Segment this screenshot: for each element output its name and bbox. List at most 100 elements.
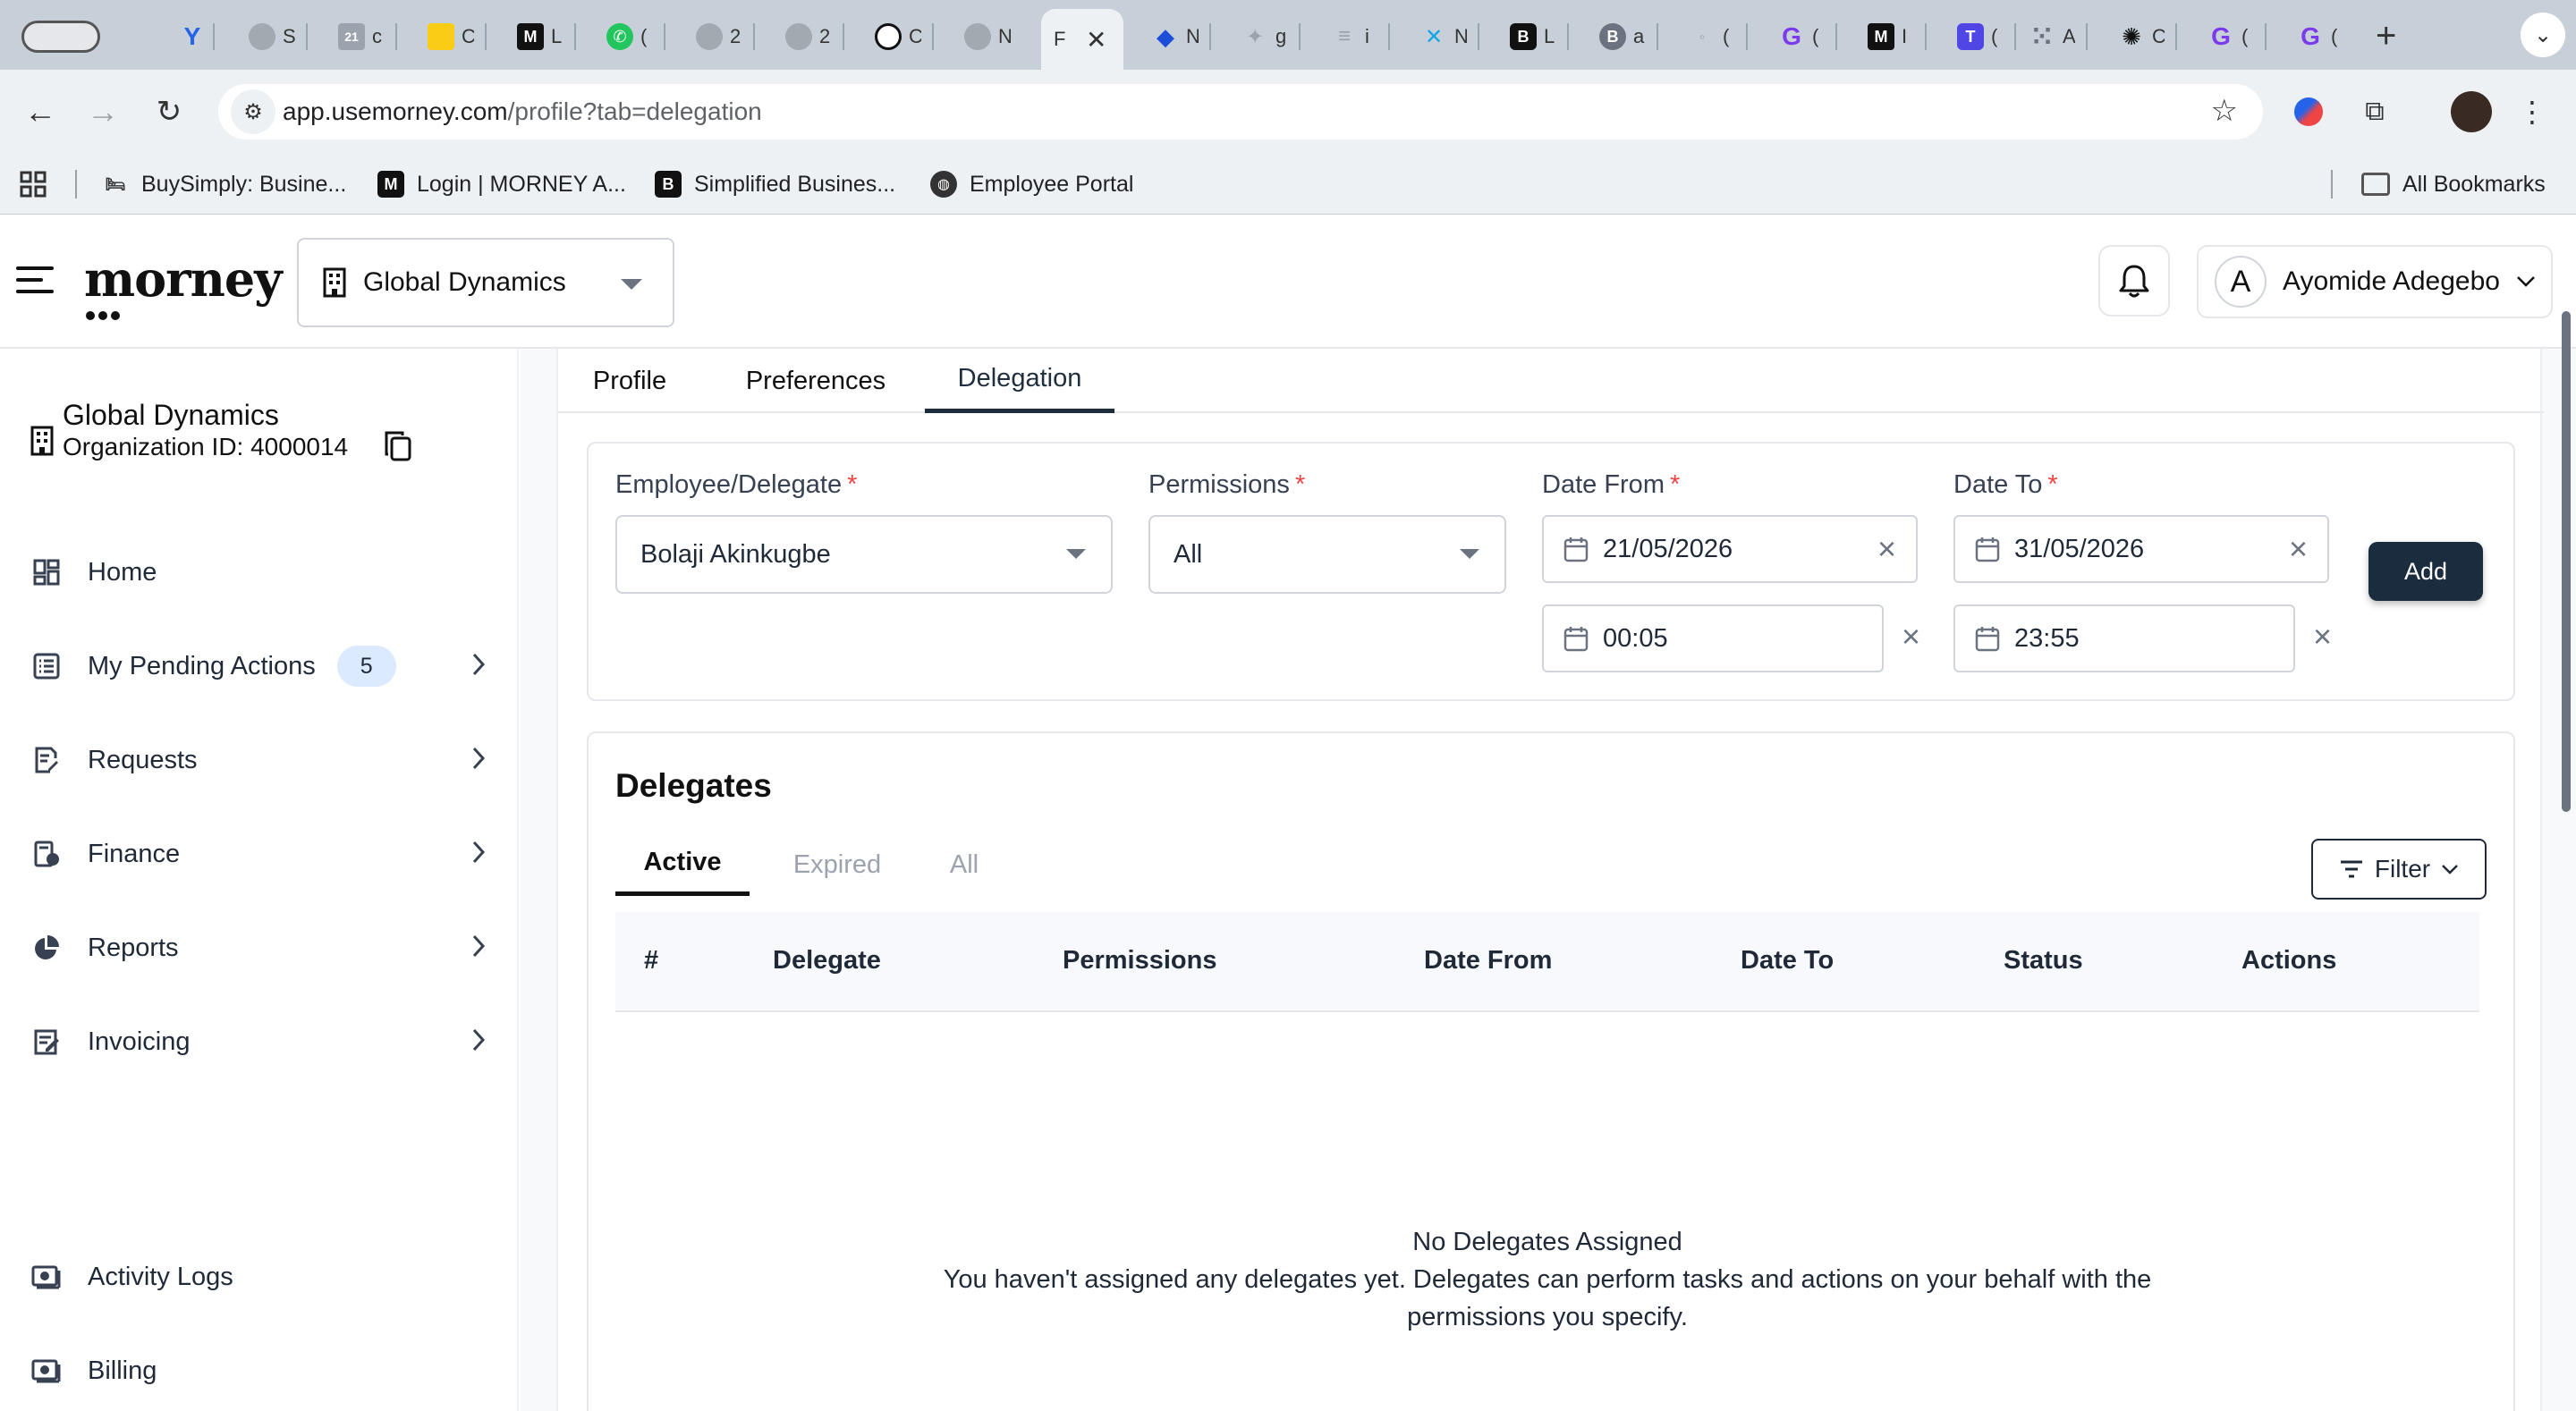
filter-button[interactable]: Filter: [2311, 839, 2487, 900]
browser-tab[interactable]: Ba: [1587, 13, 1658, 61]
browser-tab[interactable]: ◆ N: [1140, 13, 1211, 61]
browser-tab[interactable]: C: [862, 13, 934, 61]
browser-tab[interactable]: ✦ g: [1229, 13, 1301, 61]
browser-tab[interactable]: N: [952, 13, 1023, 61]
bookmark-buysimply[interactable]: 🛏 BuySimply: Busine...: [102, 166, 347, 202]
extension-flag-icon[interactable]: [2286, 89, 2331, 134]
browser-tab[interactable]: S: [236, 13, 308, 61]
sidebar-item-activity-logs[interactable]: Activity Logs: [30, 1250, 487, 1304]
extensions-puzzle-icon[interactable]: ⧉: [2352, 89, 2397, 134]
tab-favicon-icon: [964, 23, 991, 50]
bookmark-employee-portal[interactable]: ◍ Employee Portal: [930, 166, 1133, 202]
browser-toolbar: ← → ↻ ⚙ app.usemorney.com/profile?tab=de…: [0, 70, 2576, 154]
sidebar-item-home[interactable]: Home: [30, 545, 487, 599]
browser-tab[interactable]: T(: [1945, 13, 2016, 61]
tab-favicon-icon: ◆: [1157, 22, 1174, 50]
user-menu[interactable]: A Ayomide Adegebo: [2197, 245, 2553, 318]
tab-search-chevron-icon[interactable]: ⌄: [2521, 13, 2565, 57]
calendar-icon: [1975, 537, 2000, 562]
tab-profile[interactable]: Profile: [583, 349, 676, 413]
clear-date-to-icon[interactable]: ×: [2289, 533, 2308, 565]
browser-tab[interactable]: [9, 13, 143, 61]
clear-time-from-icon[interactable]: ×: [1902, 621, 1920, 653]
browser-profile-avatar[interactable]: [2451, 91, 2492, 132]
new-tab-icon[interactable]: +: [2376, 16, 2396, 56]
sidebar-item-finance[interactable]: Finance: [30, 827, 487, 881]
back-arrow-icon[interactable]: ←: [18, 89, 63, 134]
site-settings-icon[interactable]: ⚙: [231, 89, 275, 134]
bookmark-morney-login[interactable]: M Login | MORNEY A...: [377, 166, 626, 202]
employee-delegate-select[interactable]: Bolaji Akinkugbe: [615, 515, 1113, 594]
sidebar-item-label: Home: [88, 557, 157, 587]
time-from-input[interactable]: 00:05: [1542, 604, 1884, 672]
delegates-title: Delegates: [615, 767, 772, 804]
browser-menu-icon[interactable]: ⋮: [2510, 89, 2555, 134]
billing-icon: [30, 1355, 63, 1387]
tab-favicon-icon: B: [1599, 23, 1626, 50]
apps-grid-icon[interactable]: [20, 166, 47, 202]
tab-active[interactable]: Active: [615, 833, 750, 896]
sidebar-item-requests[interactable]: Requests: [30, 733, 487, 787]
page-scrollbar[interactable]: [2562, 311, 2571, 812]
browser-tab[interactable]: ◦(: [1676, 13, 1748, 61]
browser-tab[interactable]: 21 c: [326, 13, 397, 61]
notifications-bell-icon[interactable]: [2098, 245, 2170, 317]
address-bar[interactable]: ⚙ app.usemorney.com/profile?tab=delegati…: [218, 84, 2263, 139]
tab-preferences[interactable]: Preferences: [708, 349, 923, 413]
menu-toggle-icon[interactable]: [16, 266, 54, 297]
clear-date-from-icon[interactable]: ×: [1877, 533, 1896, 565]
empty-state-description: You haven't assigned any delegates yet. …: [943, 1265, 2152, 1294]
tab-favicon-icon: ⁙: [2030, 21, 2054, 52]
organization-selector[interactable]: Global Dynamics: [297, 238, 674, 327]
avatar: A: [2215, 256, 2267, 308]
browser-tab[interactable]: ✆(: [594, 13, 665, 61]
morney-logo[interactable]: morney: [84, 250, 283, 308]
clear-time-to-icon[interactable]: ×: [2313, 621, 2332, 653]
browser-tab[interactable]: C: [415, 13, 487, 61]
sidebar-item-billing[interactable]: Billing: [30, 1344, 487, 1398]
date-from-input[interactable]: 21/05/2026 ×: [1542, 515, 1918, 583]
add-delegate-button[interactable]: Add: [2368, 542, 2483, 601]
permissions-select[interactable]: All: [1148, 515, 1506, 594]
tab-expired[interactable]: Expired: [775, 833, 900, 896]
browser-tab[interactable]: ⁙ A: [2016, 13, 2088, 61]
sidebar: Global Dynamics Organization ID: 4000014…: [0, 349, 519, 1411]
forward-arrow-icon[interactable]: →: [80, 89, 125, 134]
browser-tab[interactable]: G(: [2284, 13, 2356, 61]
bookmark-star-icon[interactable]: ☆: [2211, 93, 2238, 129]
app-header: morney Global Dynamics A Ayomide Adegebo: [0, 215, 2576, 349]
browser-tab[interactable]: MI: [1855, 13, 1927, 61]
chevron-right-icon: [472, 747, 486, 770]
bookmark-simplified-business[interactable]: B Simplified Busines...: [655, 166, 895, 202]
sidebar-item-reports[interactable]: Reports: [30, 921, 487, 975]
time-from-value: 00:05: [1603, 623, 1668, 653]
reload-icon[interactable]: ↻: [147, 89, 191, 134]
browser-tab[interactable]: ML: [504, 13, 576, 61]
sidebar-item-pending-actions[interactable]: My Pending Actions 5: [30, 639, 487, 693]
browser-tab[interactable]: 2: [773, 13, 844, 61]
tab-delegation[interactable]: Delegation: [925, 349, 1114, 413]
browser-tab[interactable]: ≡ i: [1318, 13, 1390, 61]
chevron-down-icon: [1460, 549, 1479, 559]
browser-tab[interactable]: BL: [1497, 13, 1569, 61]
permissions-label: Permissions *: [1148, 470, 1306, 499]
delegation-form: Employee/Delegate * Bolaji Akinkugbe Perm…: [587, 442, 2515, 701]
date-to-input[interactable]: 31/05/2026 ×: [1953, 515, 2329, 583]
browser-tab[interactable]: ✕ N: [1408, 13, 1479, 61]
all-bookmarks[interactable]: All Bookmarks: [2361, 166, 2546, 202]
profile-tabs: Profile Preferences Delegation: [558, 349, 2544, 413]
tab-all[interactable]: All: [919, 833, 1009, 896]
browser-tab[interactable]: ✺ C: [2106, 13, 2177, 61]
copy-icon[interactable]: [383, 429, 413, 463]
browser-tab[interactable]: G(: [1766, 13, 1837, 61]
browser-tab[interactable]: Y: [166, 13, 215, 61]
time-to-input[interactable]: 23:55: [1953, 604, 2295, 672]
browser-tab[interactable]: 2: [683, 13, 755, 61]
activity-icon: [30, 1261, 63, 1293]
browser-tab[interactable]: G(: [2195, 13, 2267, 61]
browser-tab-active[interactable]: F ✕: [1041, 9, 1123, 70]
whatsapp-icon: ✆: [606, 23, 633, 50]
chevron-down-icon: [621, 279, 642, 290]
sidebar-item-invoicing[interactable]: Invoicing: [30, 1015, 487, 1069]
close-tab-icon[interactable]: ✕: [1086, 25, 1106, 55]
